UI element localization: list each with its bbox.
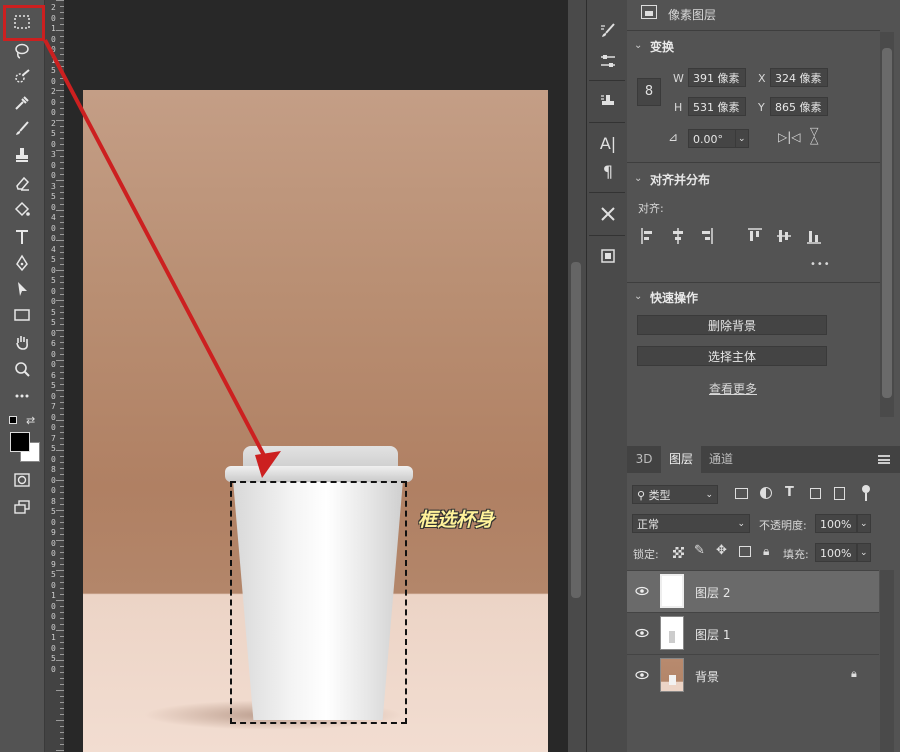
layer-thumbnail[interactable] xyxy=(660,574,684,608)
collapse-transform-icon[interactable]: ⌄ xyxy=(634,40,642,51)
x-label: X xyxy=(758,72,766,85)
tool-presets-icon[interactable] xyxy=(597,203,619,225)
y-field[interactable]: 865 像素 xyxy=(770,97,828,116)
width-field[interactable]: 391 像素 xyxy=(688,68,746,87)
align-bottom-icon[interactable] xyxy=(807,231,821,244)
collapsed-panel-dock: A| ¶ xyxy=(586,0,628,752)
clone-source-icon[interactable] xyxy=(597,90,619,112)
transform-title: 变换 xyxy=(650,40,675,54)
layer-filter-select[interactable]: ⚲ 类型 ⌄ xyxy=(632,485,718,504)
filter-adjustment-icon[interactable] xyxy=(760,487,772,499)
flip-vertical-icon[interactable]: ▽ △ xyxy=(810,126,818,145)
layer-type-label: 像素图层 xyxy=(668,8,717,22)
filter-shape-icon[interactable] xyxy=(810,488,821,499)
align-buttons xyxy=(641,228,821,244)
fill-dropdown[interactable]: ⌄ xyxy=(857,543,871,562)
y-label: Y xyxy=(758,101,765,114)
layer-name[interactable]: 图层 2 xyxy=(695,584,730,601)
opacity-field[interactable]: 100% xyxy=(815,514,857,533)
character-icon[interactable]: A| xyxy=(597,132,619,154)
opacity-label: 不透明度: xyxy=(759,519,807,532)
tab-channels[interactable]: 通道 xyxy=(703,446,739,473)
blend-mode-select[interactable]: 正常 ⌄ xyxy=(632,514,750,533)
filter-toggle-icon[interactable] xyxy=(862,485,870,493)
layer-name[interactable]: 背景 xyxy=(695,668,719,685)
see-more-link[interactable]: 查看更多 xyxy=(709,380,757,397)
layer-row[interactable]: 图层 2 xyxy=(627,570,879,613)
filter-smart-object-icon[interactable] xyxy=(834,487,845,500)
filter-search-icon: ⚲ xyxy=(637,489,649,502)
dock-separator xyxy=(589,80,625,81)
layer-row[interactable]: 背景 🔒︎ xyxy=(627,654,879,697)
visibility-eye-icon[interactable] xyxy=(635,584,649,598)
collapse-quick-actions-icon[interactable]: ⌄ xyxy=(634,291,642,302)
layer-lock-icon[interactable]: 🔒︎ xyxy=(851,667,857,681)
align-hcenter-icon[interactable] xyxy=(673,228,683,244)
align-title: 对齐并分布 xyxy=(650,173,711,187)
layer-name[interactable]: 图层 1 xyxy=(695,626,730,643)
tab-layers[interactable]: 图层 xyxy=(661,446,701,473)
blend-mode-value: 正常 xyxy=(637,518,659,531)
angle-field[interactable]: 0.00° xyxy=(688,129,736,148)
properties-scrollbar-thumb[interactable] xyxy=(882,48,892,398)
lock-artboard-icon[interactable] xyxy=(739,546,751,557)
angle-icon: ⊿ xyxy=(668,130,679,144)
paragraph-icon[interactable]: ¶ xyxy=(597,160,619,182)
visibility-eye-icon[interactable] xyxy=(635,668,649,682)
brush-settings-icon[interactable] xyxy=(597,20,619,42)
quick-actions-title: 快速操作 xyxy=(650,291,699,305)
dock-separator xyxy=(589,122,625,123)
lock-label: 锁定: xyxy=(633,548,659,561)
layer-thumbnail[interactable] xyxy=(660,616,684,650)
link-dimensions-icon[interactable]: 8 xyxy=(637,78,661,106)
dock-separator xyxy=(589,192,625,193)
align-top-icon[interactable] xyxy=(748,228,762,241)
canvas-scrollbar-thumb[interactable] xyxy=(571,262,581,598)
adjustments-icon[interactable] xyxy=(597,50,619,72)
remove-background-button[interactable]: 删除背景 xyxy=(637,315,827,335)
dock-separator xyxy=(589,235,625,236)
height-field[interactable]: 531 像素 xyxy=(688,97,746,116)
tab-3d[interactable]: 3D xyxy=(627,446,661,473)
select-subject-button[interactable]: 选择主体 xyxy=(637,346,827,366)
collapse-align-icon[interactable]: ⌄ xyxy=(634,173,642,184)
x-field[interactable]: 324 像素 xyxy=(770,68,828,87)
align-right-icon[interactable] xyxy=(702,228,713,244)
layer-thumbnail[interactable] xyxy=(660,658,684,692)
filter-type-icon[interactable]: T xyxy=(785,485,794,500)
fill-field[interactable]: 100% xyxy=(815,543,857,562)
opacity-dropdown[interactable]: ⌄ xyxy=(857,514,871,533)
divider xyxy=(627,30,880,31)
pixel-layer-icon xyxy=(641,5,657,19)
libraries-icon[interactable] xyxy=(597,245,619,267)
align-vcenter-icon[interactable] xyxy=(777,230,791,242)
panel-menu-icon[interactable] xyxy=(878,455,890,464)
lock-all-icon[interactable]: 🔒︎ xyxy=(763,544,769,559)
lock-position-icon[interactable]: ✥ xyxy=(716,543,727,558)
align-label: 对齐: xyxy=(638,202,664,215)
lock-transparent-icon[interactable] xyxy=(673,547,684,558)
divider xyxy=(627,282,880,283)
lock-image-icon[interactable]: ✎ xyxy=(694,543,705,558)
fill-label: 填充: xyxy=(783,548,809,561)
annotation-text: 框选杯身 xyxy=(418,509,495,531)
layers-scrollbar[interactable] xyxy=(880,570,894,752)
h-label: H xyxy=(674,101,683,114)
align-left-icon[interactable] xyxy=(641,228,652,244)
filter-kind: 类型 xyxy=(648,489,671,502)
divider xyxy=(627,162,880,163)
more-align-options[interactable]: ••• xyxy=(810,259,831,270)
visibility-eye-icon[interactable] xyxy=(635,626,649,640)
layer-row[interactable]: 图层 1 xyxy=(627,612,879,655)
filter-pixel-icon[interactable] xyxy=(735,488,748,499)
w-label: W xyxy=(673,72,684,85)
angle-dropdown[interactable]: ⌄ xyxy=(735,129,749,148)
flip-horizontal-icon[interactable]: ▷|◁ xyxy=(778,130,801,144)
filter-toggle-stem xyxy=(865,493,867,501)
